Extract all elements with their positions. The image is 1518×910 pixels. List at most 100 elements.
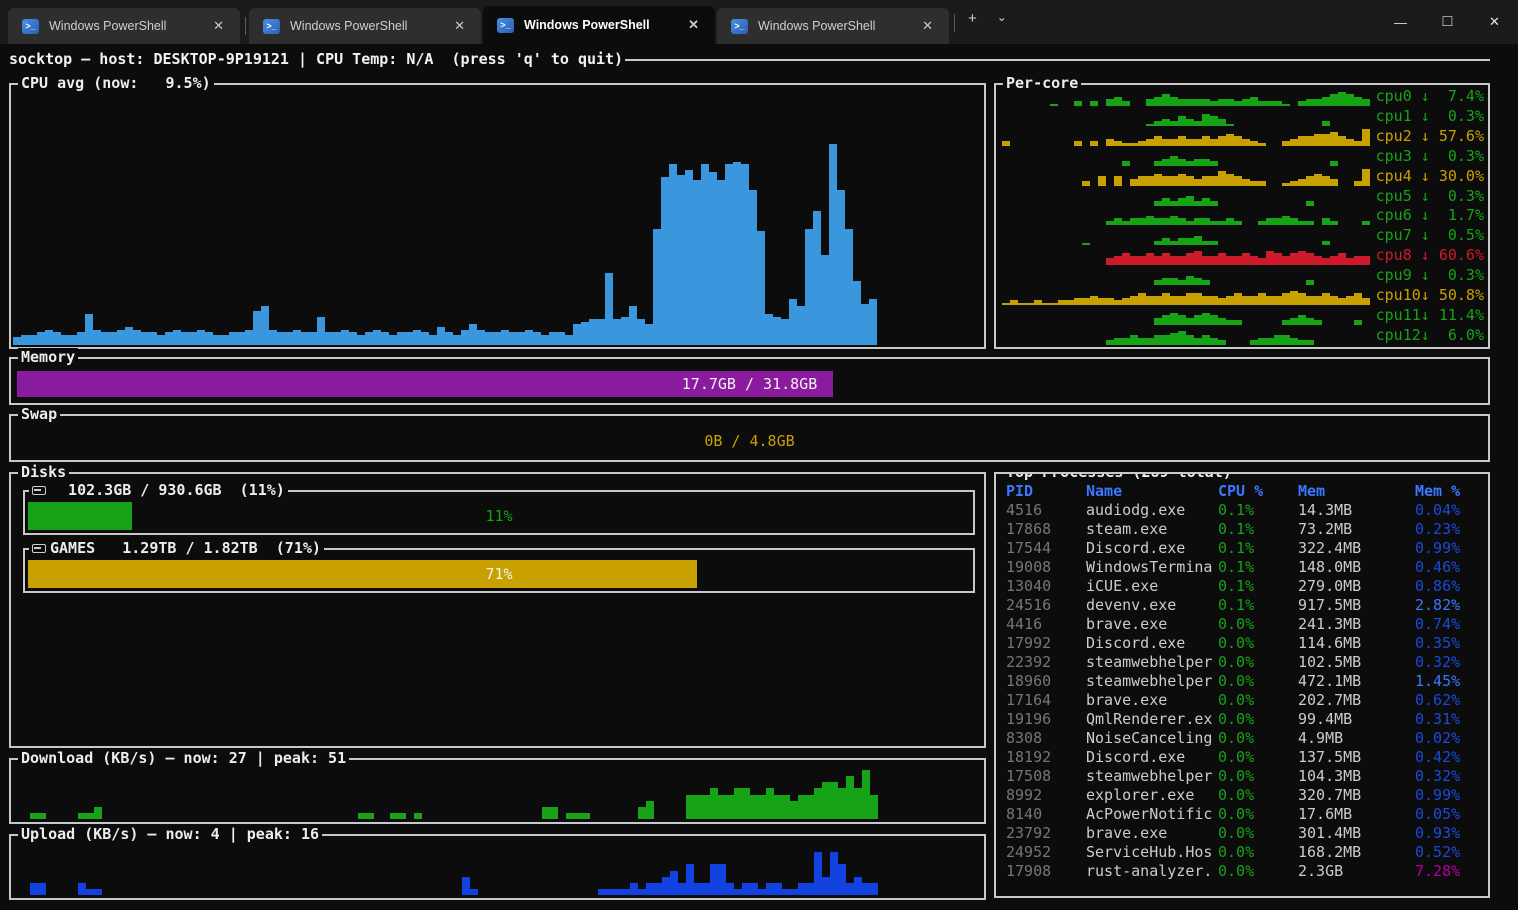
chart-bar xyxy=(605,273,613,345)
chart-bar xyxy=(1202,218,1210,225)
chart-bar xyxy=(774,883,782,895)
process-pid: 18192 xyxy=(1006,748,1086,767)
chart-bar xyxy=(718,864,726,895)
chart-bar xyxy=(1186,119,1194,126)
chart-bar xyxy=(221,335,229,345)
maximize-button[interactable]: □ xyxy=(1424,0,1471,44)
chart-bar xyxy=(1138,218,1146,225)
chart-bar xyxy=(573,324,581,345)
process-pid: 24516 xyxy=(1006,596,1086,615)
chart-bar xyxy=(1362,221,1370,226)
chart-bar xyxy=(69,335,77,345)
titlebar: >_Windows PowerShell✕>_Windows PowerShel… xyxy=(0,0,1518,44)
close-button[interactable]: ✕ xyxy=(1471,0,1518,44)
tab-windows-powershell-1[interactable]: >_Windows PowerShell✕ xyxy=(8,8,240,44)
tab-windows-powershell-4[interactable]: >_Windows PowerShell✕ xyxy=(717,8,949,44)
chart-bar xyxy=(1186,221,1194,226)
chart-bar xyxy=(133,330,141,345)
process-mem-pct: 0.42% xyxy=(1415,748,1484,767)
process-cpu: 0.0% xyxy=(1218,805,1298,824)
chart-bar xyxy=(765,314,773,345)
tab-close-icon[interactable]: ✕ xyxy=(448,16,471,36)
chart-bar xyxy=(1250,181,1258,186)
chart-bar xyxy=(1234,221,1242,226)
chart-bar xyxy=(637,319,645,345)
chart-bar xyxy=(1122,338,1130,345)
process-mem-pct: 0.62% xyxy=(1415,691,1484,710)
chart-bar xyxy=(1346,258,1354,265)
tab-dropdown-button[interactable]: ⌄ xyxy=(987,6,1017,32)
chart-bar xyxy=(750,795,758,820)
chart-bar xyxy=(1210,256,1218,266)
process-mem-pct: 0.52% xyxy=(1415,843,1484,862)
process-cpu: 0.1% xyxy=(1218,520,1298,539)
chart-bar xyxy=(805,229,813,345)
process-name: brave.exe xyxy=(1086,691,1218,710)
process-mem: 301.4MB xyxy=(1298,824,1415,843)
tab-close-icon[interactable]: ✕ xyxy=(207,16,230,36)
tab-close-icon[interactable]: ✕ xyxy=(682,15,705,35)
chart-bar xyxy=(1194,251,1202,265)
chart-bar xyxy=(870,795,878,820)
chart-bar xyxy=(1250,97,1258,107)
process-column-header: CPU % xyxy=(1218,482,1298,501)
chart-bar xyxy=(1194,236,1202,246)
process-pid: 4516 xyxy=(1006,501,1086,520)
chart-bar xyxy=(1154,318,1162,325)
chart-bar xyxy=(1186,276,1194,286)
process-name: steamwebhelper xyxy=(1086,767,1218,786)
chart-bar xyxy=(1282,141,1290,146)
process-mem: 102.5MB xyxy=(1298,653,1415,672)
chart-bar xyxy=(1298,221,1306,226)
core-label-cpu2: cpu2 ↓ 57.6% xyxy=(1372,127,1484,146)
chart-bar xyxy=(1298,315,1306,325)
chart-bar xyxy=(1346,94,1354,106)
process-pid: 17992 xyxy=(1006,634,1086,653)
chart-bar xyxy=(1202,280,1210,285)
minimize-button[interactable]: — xyxy=(1377,0,1424,44)
chart-bar xyxy=(1298,179,1306,186)
chart-bar xyxy=(1322,258,1330,265)
process-name: WindowsTermina xyxy=(1086,558,1218,577)
chart-bar xyxy=(469,324,477,345)
process-mem: 472.1MB xyxy=(1298,672,1415,691)
chart-bar xyxy=(1010,300,1018,305)
core-row-cpu5: cpu5 ↓ 0.3% xyxy=(1002,187,1484,206)
chart-bar xyxy=(1082,298,1090,305)
process-pid: 17544 xyxy=(1006,539,1086,558)
chart-bar xyxy=(1002,141,1010,146)
chart-bar xyxy=(542,807,550,819)
chart-bar xyxy=(1194,139,1202,146)
process-name: devenv.exe xyxy=(1086,596,1218,615)
chart-bar xyxy=(309,332,317,345)
chart-bar xyxy=(1266,338,1274,345)
chart-bar xyxy=(477,330,485,345)
chart-bar xyxy=(1186,196,1194,206)
chart-bar xyxy=(1210,161,1218,166)
process-mem-pct: 0.46% xyxy=(1415,558,1484,577)
chart-bar xyxy=(821,255,829,345)
disk-games-title-text: GAMES 1.29TB / 1.82TB (71%) xyxy=(50,539,321,558)
tab-close-icon[interactable]: ✕ xyxy=(916,16,939,36)
chart-bar xyxy=(1306,253,1314,265)
chart-bar xyxy=(622,889,630,895)
chart-bar xyxy=(1306,340,1314,345)
core-label-cpu6: cpu6 ↓ 1.7% xyxy=(1372,206,1484,225)
chart-bar xyxy=(1234,176,1242,186)
chart-bar xyxy=(686,864,694,895)
chart-bar xyxy=(1202,198,1210,205)
process-cpu: 0.0% xyxy=(1218,653,1298,672)
tab-windows-powershell-2[interactable]: >_Windows PowerShell✕ xyxy=(249,8,481,44)
chart-bar xyxy=(541,335,549,345)
core-sparkline-cpu7 xyxy=(1002,226,1372,245)
chart-bar xyxy=(1226,174,1234,186)
process-mem: 279.0MB xyxy=(1298,577,1415,596)
chart-bar xyxy=(662,877,670,895)
process-mem-pct: 0.93% xyxy=(1415,824,1484,843)
chart-bar xyxy=(1058,300,1066,305)
new-tab-button[interactable]: + xyxy=(958,6,987,35)
chart-bar xyxy=(1306,176,1314,186)
tab-windows-powershell-3[interactable]: >_Windows PowerShell✕ xyxy=(483,6,715,44)
process-name: brave.exe xyxy=(1086,615,1218,634)
process-mem-pct: 0.23% xyxy=(1415,520,1484,539)
